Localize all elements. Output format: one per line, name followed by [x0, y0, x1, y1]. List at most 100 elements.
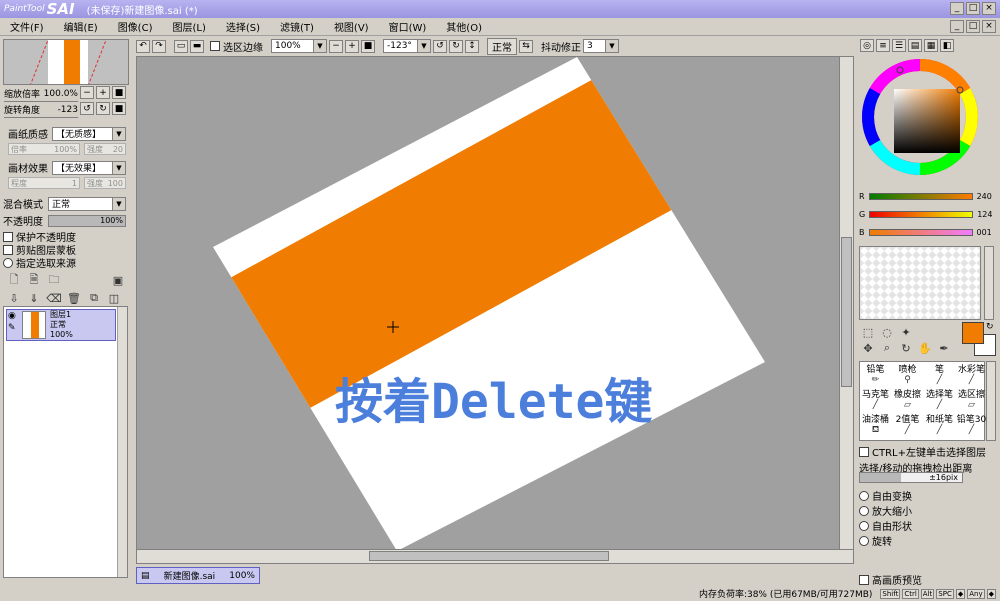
tool-select-pen[interactable]: 选择笔 ╱ — [924, 387, 955, 411]
blue-slider[interactable] — [868, 229, 973, 236]
zoom-in-icon[interactable]: + — [96, 86, 110, 99]
opacity-slider[interactable]: 100% — [48, 214, 126, 227]
menu-other[interactable]: 其他(O) — [436, 19, 492, 34]
clear-layer-icon[interactable]: ⌫ — [46, 290, 62, 306]
transfer-down-icon[interactable]: ⇩ — [6, 290, 22, 306]
menu-view[interactable]: 视图(V) — [324, 19, 379, 34]
canvas-vertical-scrollbar[interactable] — [839, 57, 853, 563]
new-linework-layer-icon[interactable]: 🗎 — [26, 272, 42, 288]
rotate-tool-icon[interactable]: ↻ — [898, 340, 914, 356]
layer-list-scrollbar[interactable] — [117, 307, 127, 577]
zoom-out-icon[interactable]: − — [80, 86, 94, 99]
view-mode-button[interactable]: 正常 — [487, 37, 517, 55]
delete-layer-icon[interactable]: 🗑 — [66, 290, 82, 306]
brush-effect-dropdown[interactable]: 【无效果】 — [52, 160, 126, 175]
minimize-button[interactable]: _ — [950, 2, 964, 15]
tool-binary-pen[interactable]: 2值笔 ╱ — [892, 412, 923, 436]
selection-tool-icon[interactable]: ⬚ — [860, 324, 876, 340]
rgb-slider-tab-icon[interactable]: ≡ — [876, 39, 890, 52]
protect-opacity-checkbox[interactable] — [3, 231, 13, 242]
zoom-reset-icon[interactable]: ■ — [112, 86, 126, 99]
scale-radio[interactable] — [859, 505, 869, 516]
tool-eraser[interactable]: 橡皮擦 ▱ — [892, 387, 923, 411]
document-tab[interactable]: ▤ 新建图像.sai 100% — [136, 567, 260, 584]
merge-down-icon[interactable]: ⇓ — [26, 290, 42, 306]
tool-airbrush[interactable]: 喷枪 ⚲ — [892, 362, 923, 386]
toolbar-rotate-left-icon[interactable]: ↺ — [433, 39, 447, 53]
tool-grid-scrollbar[interactable] — [986, 361, 996, 441]
menu-layer[interactable]: 图层(L) — [162, 19, 215, 34]
doc-close-button[interactable]: × — [982, 20, 996, 33]
eyedropper-icon[interactable]: ✒ — [936, 340, 952, 356]
menu-select[interactable]: 选择(S) — [216, 19, 270, 34]
rotate-radio[interactable] — [859, 535, 869, 546]
tool-pencil[interactable]: 铅笔 ✏ — [860, 362, 891, 386]
red-slider[interactable] — [868, 193, 973, 200]
tool-bucket[interactable]: 油漆桶 ⛾ — [860, 412, 891, 436]
invert-selection-icon[interactable]: ▬ — [190, 39, 204, 53]
menu-window[interactable]: 窗口(W) — [379, 19, 437, 34]
copy-layer-icon[interactable]: ⧉ — [86, 290, 102, 306]
rotate-left-icon[interactable]: ↺ — [80, 102, 94, 115]
canvas-area[interactable] — [136, 56, 854, 564]
toolbar-zoom-reset-icon[interactable]: ■ — [361, 39, 375, 53]
menu-filter[interactable]: 滤镜(T) — [270, 19, 324, 34]
ctrl-select-checkbox[interactable] — [859, 446, 869, 457]
eye-icon[interactable]: ◉ — [8, 311, 20, 321]
canvas-drawing[interactable] — [137, 57, 841, 551]
selection-source-radio[interactable] — [3, 257, 13, 268]
lasso-tool-icon[interactable]: ◌ — [879, 324, 895, 340]
swap-colors-icon[interactable]: ↻ — [986, 322, 994, 332]
tool-washi-pen[interactable]: 和纸笔 ╱ — [924, 412, 955, 436]
toolbar-zoom-out-icon[interactable]: − — [329, 39, 343, 53]
new-folder-icon[interactable]: 🗀 — [46, 272, 62, 288]
scratchpad-tab-icon[interactable]: ◧ — [940, 39, 954, 52]
new-layer-icon[interactable]: 🗋 — [6, 272, 22, 288]
angle-slider[interactable] — [4, 114, 78, 118]
primary-color-swatch[interactable] — [962, 322, 984, 344]
navigator-thumbnail[interactable] — [3, 39, 129, 85]
menu-file[interactable]: 文件(F) — [0, 19, 54, 34]
selection-edge-checkbox[interactable] — [210, 41, 220, 51]
tool-marker[interactable]: 马克笔 ╱ — [860, 387, 891, 411]
tool-pencil30[interactable]: 铅笔30 ╱ — [956, 412, 987, 436]
tool-select-eraser[interactable]: 选区擦 ▱ — [956, 387, 987, 411]
color-wheel-tab-icon[interactable]: ◎ — [860, 39, 874, 52]
rotate-right-icon[interactable]: ↻ — [96, 102, 110, 115]
swatch-panel[interactable] — [859, 246, 981, 320]
toolbar-rotate-right-icon[interactable]: ↻ — [449, 39, 463, 53]
flip-icon[interactable]: ⇆ — [519, 39, 533, 53]
magic-wand-icon[interactable]: ✦ — [898, 324, 914, 340]
deselect-icon[interactable]: ▭ — [174, 39, 188, 53]
deform-radio[interactable] — [859, 520, 869, 531]
drag-distance-slider[interactable]: ±16pix — [859, 472, 963, 483]
pen-icon[interactable]: ✎ — [8, 323, 20, 333]
close-button[interactable]: × — [982, 2, 996, 15]
hand-tool-icon[interactable]: ✋ — [917, 340, 933, 356]
tool-brush[interactable]: 笔 ╱ — [924, 362, 955, 386]
doc-minimize-button[interactable]: _ — [950, 20, 964, 33]
color-wheel-icon[interactable] — [859, 56, 981, 178]
angle-dropdown[interactable]: -123° — [383, 39, 431, 53]
menu-edit[interactable]: 编辑(E) — [54, 19, 108, 34]
clip-group-checkbox[interactable] — [3, 244, 13, 255]
hq-preview-checkbox[interactable] — [859, 574, 869, 585]
stabilizer-dropdown[interactable]: 3 — [583, 39, 619, 53]
free-transform-radio[interactable] — [859, 490, 869, 501]
zoom-dropdown[interactable]: 100% — [271, 39, 327, 53]
layer-item[interactable]: ◉ ✎ 图层1 正常 100% — [6, 309, 116, 341]
undo-icon[interactable]: ↶ — [136, 39, 150, 53]
layer-settings-icon[interactable]: ▣ — [110, 272, 126, 288]
mask-icon[interactable]: ◫ — [106, 290, 122, 306]
canvas-hscroll-thumb[interactable] — [369, 551, 609, 561]
green-slider[interactable] — [869, 211, 974, 218]
zoom-slider[interactable] — [4, 98, 78, 102]
rotate-reset-icon[interactable]: ■ — [112, 102, 126, 115]
menu-image[interactable]: 图像(C) — [108, 19, 163, 34]
redo-icon[interactable]: ↷ — [152, 39, 166, 53]
blend-mode-dropdown[interactable]: 正常 — [48, 196, 126, 211]
hsv-slider-tab-icon[interactable]: ☰ — [892, 39, 906, 52]
swatches-tab-icon[interactable]: ▦ — [924, 39, 938, 52]
toolbar-rotate-reset-icon[interactable]: ↕ — [465, 39, 479, 53]
color-mix-tab-icon[interactable]: ▤ — [908, 39, 922, 52]
